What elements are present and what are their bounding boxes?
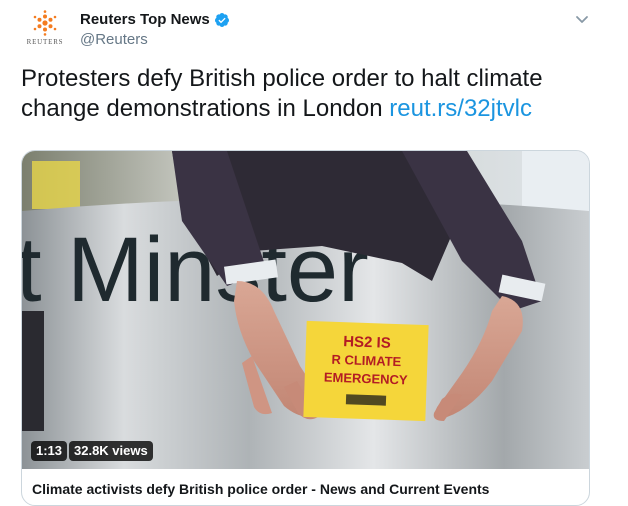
verified-badge-icon (214, 12, 229, 27)
video-thumbnail: t Minster HS2 IS R CLIMATE EMERGENCY (22, 151, 589, 469)
avatar-wordmark: REUTERS (26, 38, 64, 46)
sign-line-3: EMERGENCY (324, 370, 409, 388)
tweet-text: Protesters defy British police order to … (21, 64, 611, 124)
chevron-down-icon[interactable] (574, 11, 590, 27)
video-duration-badge: 1:13 (31, 441, 68, 461)
tweet-link[interactable]: reut.rs/32jtvlc (389, 95, 532, 122)
account-name-row[interactable]: Reuters Top News (80, 11, 230, 28)
video-views-badge: 32.8K views (69, 441, 153, 461)
display-name[interactable]: Reuters Top News (80, 11, 210, 28)
link-card[interactable]: t Minster HS2 IS R CLIMATE EMERGENCY 1:1… (21, 150, 590, 506)
account-handle[interactable]: @Reuters (80, 31, 148, 48)
card-title[interactable]: Climate activists defy British police or… (32, 481, 489, 497)
sign-line-2: R CLIMATE (331, 352, 402, 369)
video-player[interactable]: t Minster HS2 IS R CLIMATE EMERGENCY 1:1… (22, 151, 589, 469)
avatar[interactable]: REUTERS (22, 10, 68, 52)
reuters-logo-icon (33, 10, 57, 36)
sign-line-1: HS2 IS (343, 333, 391, 352)
